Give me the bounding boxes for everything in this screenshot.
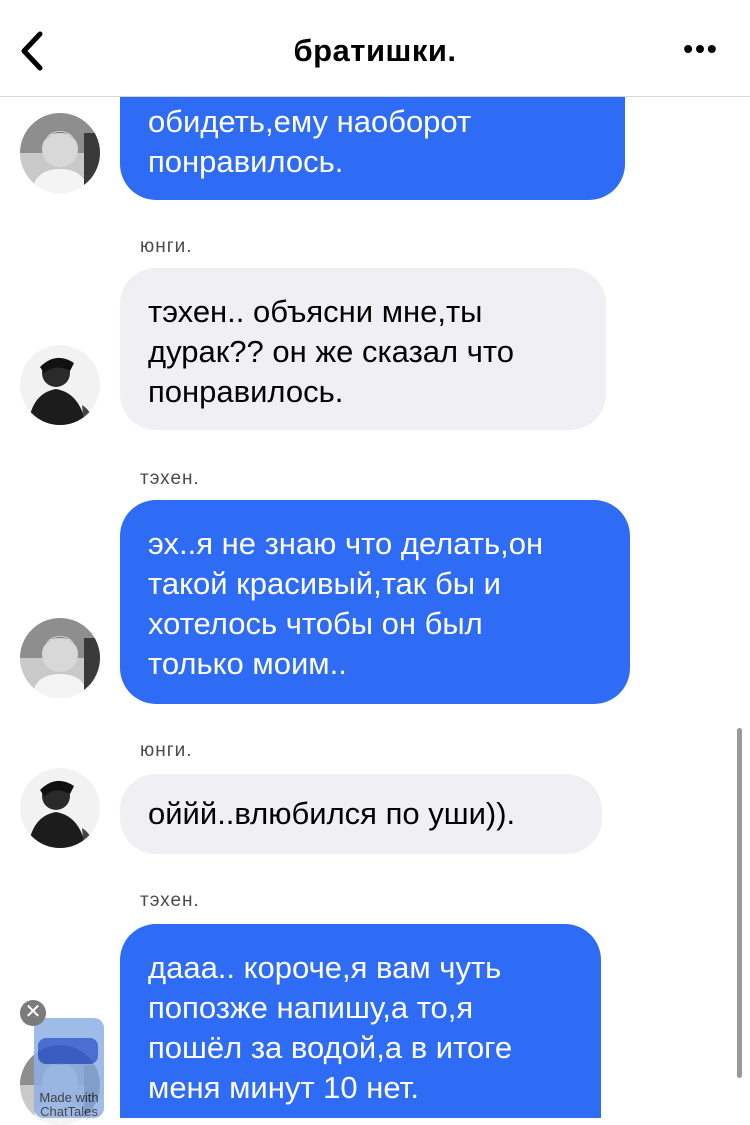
avatar-yoongi[interactable] <box>20 768 100 848</box>
close-icon[interactable]: ✕ <box>20 1000 46 1026</box>
scrollbar[interactable] <box>737 728 742 1078</box>
message-line: такой красивый,так бы и <box>148 566 501 601</box>
message-line: дааа.. короче,я вам чуть <box>148 950 502 985</box>
message-line: попозже напишу,а то,я <box>148 990 474 1025</box>
message-line: эх..я не знаю что делать,он <box>148 526 544 561</box>
message-line: дурак?? он же сказал что <box>148 334 514 369</box>
chat-header: братишки. ••• <box>0 0 750 97</box>
watermark-logo <box>38 1038 98 1064</box>
message-bubble[interactable]: дааа.. короче,я вам чуть попозже напишу,… <box>120 924 601 1118</box>
sender-name: тэхен. <box>140 468 200 489</box>
message-bubble[interactable]: оййй..влюбился по уши)). <box>120 774 602 854</box>
message-line: только моим.. <box>148 646 347 681</box>
avatar-yoongi[interactable] <box>20 345 100 425</box>
sender-name: юнги. <box>140 740 193 761</box>
chat-title: братишки. <box>293 33 457 68</box>
more-options-button[interactable]: ••• <box>676 30 726 70</box>
message-bubble[interactable]: тэхен.. объясни мне,ты дурак?? он же ска… <box>120 268 606 430</box>
message-line: меня минут 10 нет. <box>148 1070 419 1105</box>
avatar-taehyung[interactable] <box>20 113 100 193</box>
watermark-text: Made with ChatTales <box>39 1090 99 1119</box>
message-line: хотелось чтобы он был <box>148 606 483 641</box>
message-line: оййй..влюбился по уши)). <box>148 796 516 831</box>
watermark-badge[interactable]: Made with ChatTales <box>34 1018 104 1118</box>
message-bubble[interactable]: эх..я не знаю что делать,он такой красив… <box>120 500 630 704</box>
message-line: понравилось. <box>148 144 344 179</box>
message-line: пошёл за водой,а в итоге <box>148 1030 513 1065</box>
sender-name: тэхен. <box>140 890 200 911</box>
message-line: обидеть,ему наоборот <box>148 104 472 139</box>
message-line: тэхен.. объясни мне,ты <box>148 294 483 329</box>
message-line: понравилось. <box>148 374 344 409</box>
chat-area[interactable]: обидеть,ему наоборот понравилось. юнги. … <box>0 0 750 1125</box>
avatar-taehyung[interactable] <box>20 618 100 698</box>
sender-name: юнги. <box>140 236 193 257</box>
ellipsis-icon: ••• <box>683 33 719 64</box>
